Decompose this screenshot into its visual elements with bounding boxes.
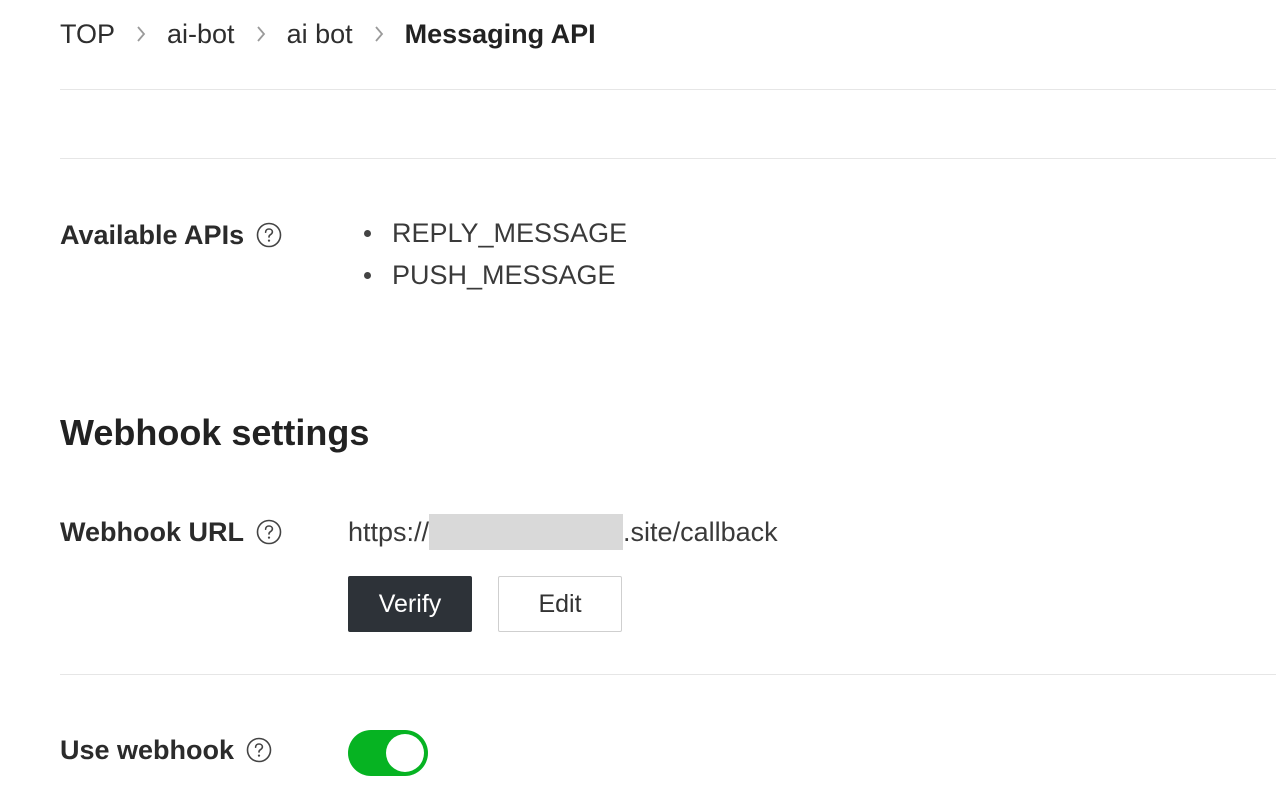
divider bbox=[60, 158, 1276, 159]
webhook-url-suffix: .site/callback bbox=[623, 516, 778, 547]
chevron-right-icon bbox=[235, 25, 287, 43]
divider bbox=[60, 674, 1276, 675]
breadcrumb-current: Messaging API bbox=[404, 18, 596, 49]
breadcrumb-top[interactable]: TOP bbox=[60, 19, 115, 50]
breadcrumb-channel[interactable]: ai bot bbox=[287, 19, 353, 50]
redacted-block bbox=[429, 514, 624, 550]
webhook-url-prefix: https:// bbox=[348, 516, 430, 547]
breadcrumb-provider[interactable]: ai-bot bbox=[167, 19, 235, 50]
chevron-right-icon bbox=[115, 25, 167, 43]
use-webhook-toggle[interactable] bbox=[348, 730, 428, 776]
available-apis-label-row: Available APIs bbox=[60, 215, 282, 255]
use-webhook-label-row: Use webhook bbox=[60, 730, 272, 770]
breadcrumb: TOP ai-bot ai bot Messaging API bbox=[60, 14, 596, 54]
webhook-url-value: https:// .site/callback bbox=[348, 512, 778, 552]
question-circle-icon[interactable] bbox=[256, 222, 282, 248]
list-item: REPLY_MESSAGE bbox=[360, 212, 627, 254]
webhook-url-label: Webhook URL bbox=[60, 516, 244, 547]
messaging-api-page: TOP ai-bot ai bot Messaging API Availabl… bbox=[0, 0, 1276, 802]
toggle-knob bbox=[386, 734, 424, 772]
webhook-url-label-row: Webhook URL bbox=[60, 512, 282, 552]
chevron-right-icon bbox=[353, 25, 405, 43]
divider bbox=[60, 89, 1276, 90]
available-apis-list: REPLY_MESSAGE PUSH_MESSAGE bbox=[360, 212, 627, 296]
edit-button[interactable]: Edit bbox=[498, 576, 622, 632]
verify-button[interactable]: Verify bbox=[348, 576, 472, 632]
question-circle-icon[interactable] bbox=[256, 519, 282, 545]
question-circle-icon[interactable] bbox=[246, 737, 272, 763]
list-item: PUSH_MESSAGE bbox=[360, 254, 627, 296]
section-title: Webhook settings bbox=[60, 412, 370, 453]
use-webhook-label: Use webhook bbox=[60, 734, 235, 765]
available-apis-label: Available APIs bbox=[60, 219, 245, 250]
